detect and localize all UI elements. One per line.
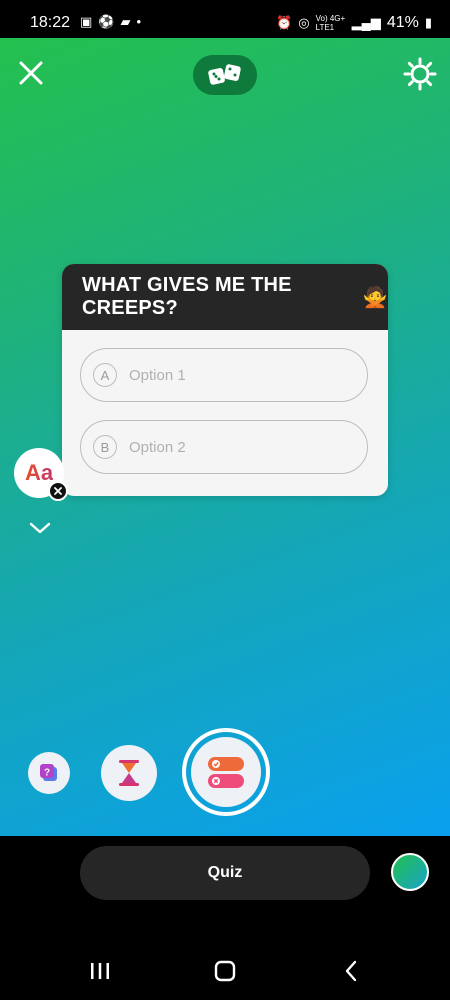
battery-percent: 41% xyxy=(386,14,419,31)
home-button[interactable] xyxy=(214,960,236,982)
dot-icon: • xyxy=(136,14,142,29)
close-button[interactable] xyxy=(14,56,48,90)
option-letter-b: B xyxy=(93,435,117,459)
gallery-icon: ▣ xyxy=(80,14,93,29)
quiz-sticker-button-inner xyxy=(191,737,261,807)
expand-button[interactable] xyxy=(28,520,52,536)
chat-icon: ▰ xyxy=(120,14,131,29)
status-right: ⏰ ◎ Vo) 4G+ LTE1 ▂▄▆ 41% ▮ xyxy=(276,14,432,32)
home-icon xyxy=(214,960,236,982)
recent-apps-button[interactable] xyxy=(90,962,110,980)
randomize-button[interactable] xyxy=(193,55,257,95)
close-icon xyxy=(19,61,43,85)
settings-button[interactable] xyxy=(402,56,438,92)
gear-icon xyxy=(403,57,437,91)
color-picker-button[interactable] xyxy=(391,853,429,891)
questions-sticker-icon: ? xyxy=(40,764,57,781)
status-time: 18:22 xyxy=(30,14,71,31)
option-letter-a: A xyxy=(93,363,117,387)
quiz-question-text[interactable]: WHAT GIVES ME THE CREEPS? xyxy=(82,274,355,320)
quiz-option-b[interactable]: B Option 2 xyxy=(80,420,368,474)
back-icon xyxy=(345,960,357,982)
svg-text:?: ? xyxy=(44,768,50,779)
bottom-area: Quiz xyxy=(0,836,450,1000)
hotspot-icon: ◎ xyxy=(298,15,310,30)
questions-sticker-button[interactable]: ? xyxy=(28,752,70,794)
quiz-mode-label: Quiz xyxy=(207,864,243,881)
countdown-sticker-button[interactable] xyxy=(101,745,157,801)
emoji: 🙅 xyxy=(362,286,388,309)
font-label: Aa xyxy=(24,460,54,485)
quiz-question[interactable]: WHAT GIVES ME THE CREEPS? 🙅 xyxy=(62,264,388,330)
quiz-sticker-icon xyxy=(208,757,244,788)
quiz-sticker-button[interactable] xyxy=(182,728,270,816)
notification-icons: ▣ ⚽ ▰ • xyxy=(80,14,141,30)
back-button[interactable] xyxy=(344,960,358,982)
system-nav-bar xyxy=(0,946,450,1000)
option-b-input[interactable]: Option 2 xyxy=(129,439,186,456)
close-icon xyxy=(54,487,62,495)
hourglass-icon xyxy=(119,760,139,786)
quiz-option-a[interactable]: A Option 1 xyxy=(80,348,368,402)
soccer-icon: ⚽ xyxy=(98,14,115,29)
network-label: Vo) 4G+ LTE1 xyxy=(315,14,346,32)
quiz-mode-button[interactable]: Quiz xyxy=(80,846,370,900)
signal-icon: ▂▄▆ xyxy=(351,15,381,30)
story-canvas[interactable]: WHAT GIVES ME THE CREEPS? 🙅 A Option 1 B… xyxy=(0,38,450,836)
dice-icon xyxy=(208,64,241,85)
chevron-down-icon xyxy=(29,522,51,534)
alarm-icon: ⏰ xyxy=(276,15,293,30)
quiz-sticker[interactable]: WHAT GIVES ME THE CREEPS? 🙅 A Option 1 B… xyxy=(62,264,388,496)
font-remove-button[interactable] xyxy=(48,481,68,501)
recent-apps-icon xyxy=(91,963,109,979)
option-a-input[interactable]: Option 1 xyxy=(129,367,186,384)
battery-icon: ▮ xyxy=(424,15,432,30)
